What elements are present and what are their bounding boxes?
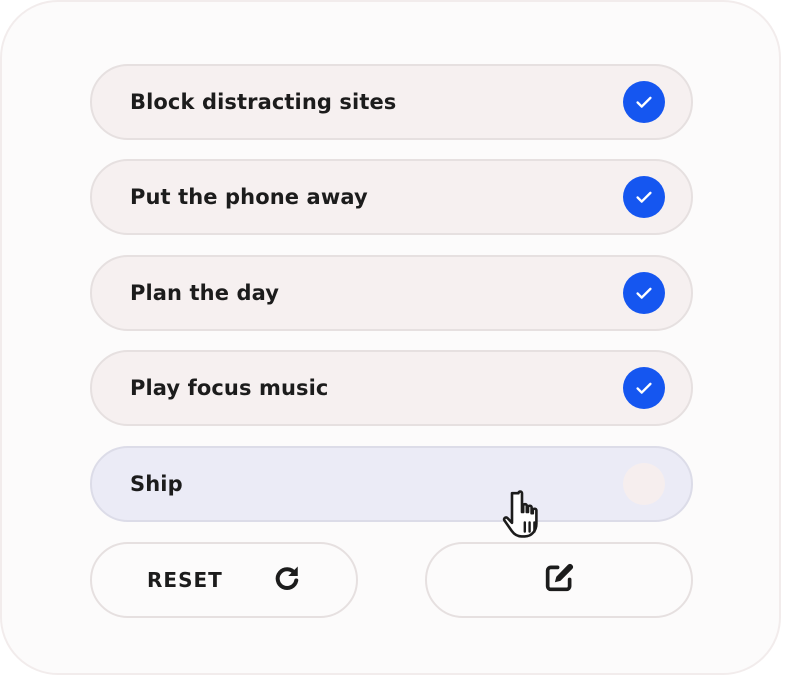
task-label: Play focus music xyxy=(130,376,329,400)
checkmark-icon[interactable] xyxy=(623,176,665,218)
edit-button[interactable] xyxy=(425,542,693,618)
task-item-block-distracting-sites[interactable]: Block distracting sites xyxy=(90,64,693,140)
refresh-icon xyxy=(272,563,302,597)
checklist-panel: Block distracting sites Put the phone aw… xyxy=(0,0,781,675)
checkmark-icon[interactable] xyxy=(623,81,665,123)
pointer-hand-icon xyxy=(502,488,554,548)
empty-checkbox-icon[interactable] xyxy=(623,463,665,505)
reset-button[interactable]: RESET xyxy=(90,542,358,618)
checkmark-icon[interactable] xyxy=(623,367,665,409)
task-label: Put the phone away xyxy=(130,185,368,209)
checkmark-icon[interactable] xyxy=(623,272,665,314)
task-item-plan-the-day[interactable]: Plan the day xyxy=(90,255,693,331)
task-item-ship[interactable]: Ship xyxy=(90,446,693,522)
task-label: Block distracting sites xyxy=(130,90,397,114)
edit-icon xyxy=(542,561,576,599)
task-item-play-focus-music[interactable]: Play focus music xyxy=(90,350,693,426)
task-item-put-the-phone-away[interactable]: Put the phone away xyxy=(90,159,693,235)
task-label: Plan the day xyxy=(130,281,280,305)
task-label: Ship xyxy=(130,472,183,496)
reset-button-label: RESET xyxy=(147,568,223,592)
